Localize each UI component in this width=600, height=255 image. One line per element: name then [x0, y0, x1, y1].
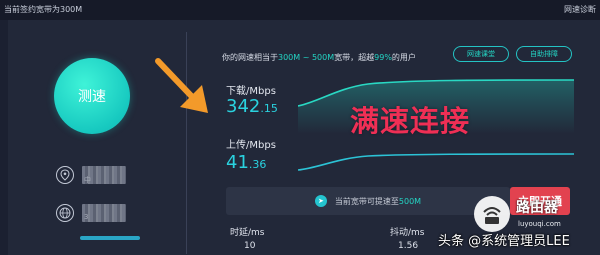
top-bar: 当前签约宽带为300M 网速诊断	[0, 0, 600, 20]
summary-range: 300M ~ 500M	[278, 53, 335, 62]
self-troubleshoot-label: 自助排障	[530, 50, 558, 58]
location-pin-icon	[56, 166, 74, 184]
location-row: 中	[56, 166, 126, 184]
redacted-link-bar	[80, 236, 140, 240]
download-value-dec: .15	[260, 102, 278, 115]
rocket-icon: ➤	[314, 195, 327, 207]
upload-value-int: 41	[226, 152, 249, 173]
ip-text: 3	[84, 213, 89, 221]
summary-suffix: 的用户	[391, 53, 416, 62]
download-value-int: 342	[226, 96, 261, 117]
upload-line	[298, 153, 574, 171]
download-value: 342.15	[226, 96, 278, 117]
self-troubleshoot-button[interactable]: 自助排障	[516, 46, 572, 62]
speed-test-button[interactable]: 测速	[54, 58, 130, 134]
jitter-value: 1.56	[398, 241, 419, 251]
ip-row: 3	[56, 204, 126, 222]
summary-mid: 宽带，超越	[334, 53, 375, 62]
watermark-url: luyouqi.com	[518, 220, 561, 228]
upgrade-text-value: 500M	[398, 196, 422, 206]
globe-icon	[56, 204, 74, 222]
full-speed-overlay: 满速连接	[350, 104, 471, 138]
latency-label: 时延/ms	[230, 228, 265, 238]
upload-value: 41.36	[226, 152, 266, 173]
summary-prefix: 你的网速相当于	[222, 53, 278, 62]
download-label: 下载/Mbps	[226, 86, 276, 97]
ip-redacted: 3	[82, 204, 126, 222]
jitter-label: 抖动/ms	[390, 228, 425, 238]
router-logo-badge	[474, 196, 510, 232]
speed-course-button[interactable]: 网速课堂	[453, 46, 509, 62]
watermark-brand: 路由器	[516, 200, 558, 216]
speed-course-label: 网速课堂	[467, 50, 495, 58]
speed-diagnosis-link[interactable]: 网速诊断	[564, 4, 596, 15]
location-redacted: 中	[82, 166, 126, 184]
upgrade-banner: ➤ 当前宽带可提速至 500M	[226, 187, 510, 215]
upload-label: 上传/Mbps	[226, 140, 276, 151]
upload-value-dec: .36	[248, 158, 267, 171]
speed-test-label: 测速	[78, 89, 106, 105]
watermark-credit: 头条 @系统管理员LEE	[438, 234, 570, 249]
orange-arrow-icon	[155, 58, 208, 113]
upgrade-text-prefix: 当前宽带可提速至	[334, 196, 399, 206]
contract-bandwidth-text: 当前签约宽带为300M	[4, 5, 83, 14]
location-text: 中	[84, 176, 91, 184]
speed-summary: 你的网速相当于300M ~ 500M宽带，超越99%的用户	[222, 52, 416, 63]
summary-percent: 99%	[374, 53, 392, 62]
latency-value: 10	[244, 241, 256, 251]
